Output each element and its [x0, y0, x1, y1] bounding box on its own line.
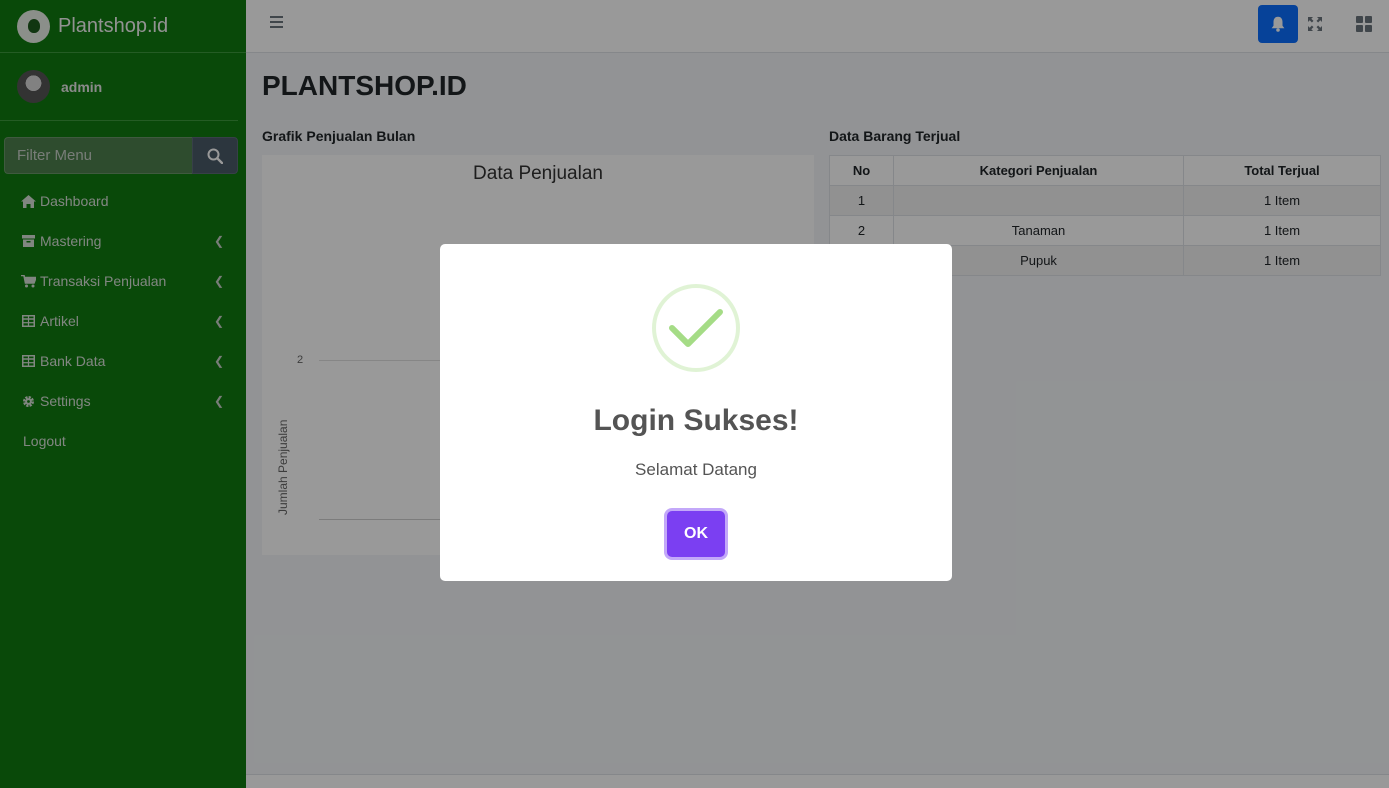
- success-dialog: Login Sukses! Selamat Datang OK: [440, 244, 952, 581]
- dialog-title: Login Sukses!: [593, 404, 799, 437]
- success-check-icon: [652, 284, 740, 372]
- ok-button[interactable]: OK: [667, 511, 725, 557]
- dialog-message: Selamat Datang: [635, 460, 757, 479]
